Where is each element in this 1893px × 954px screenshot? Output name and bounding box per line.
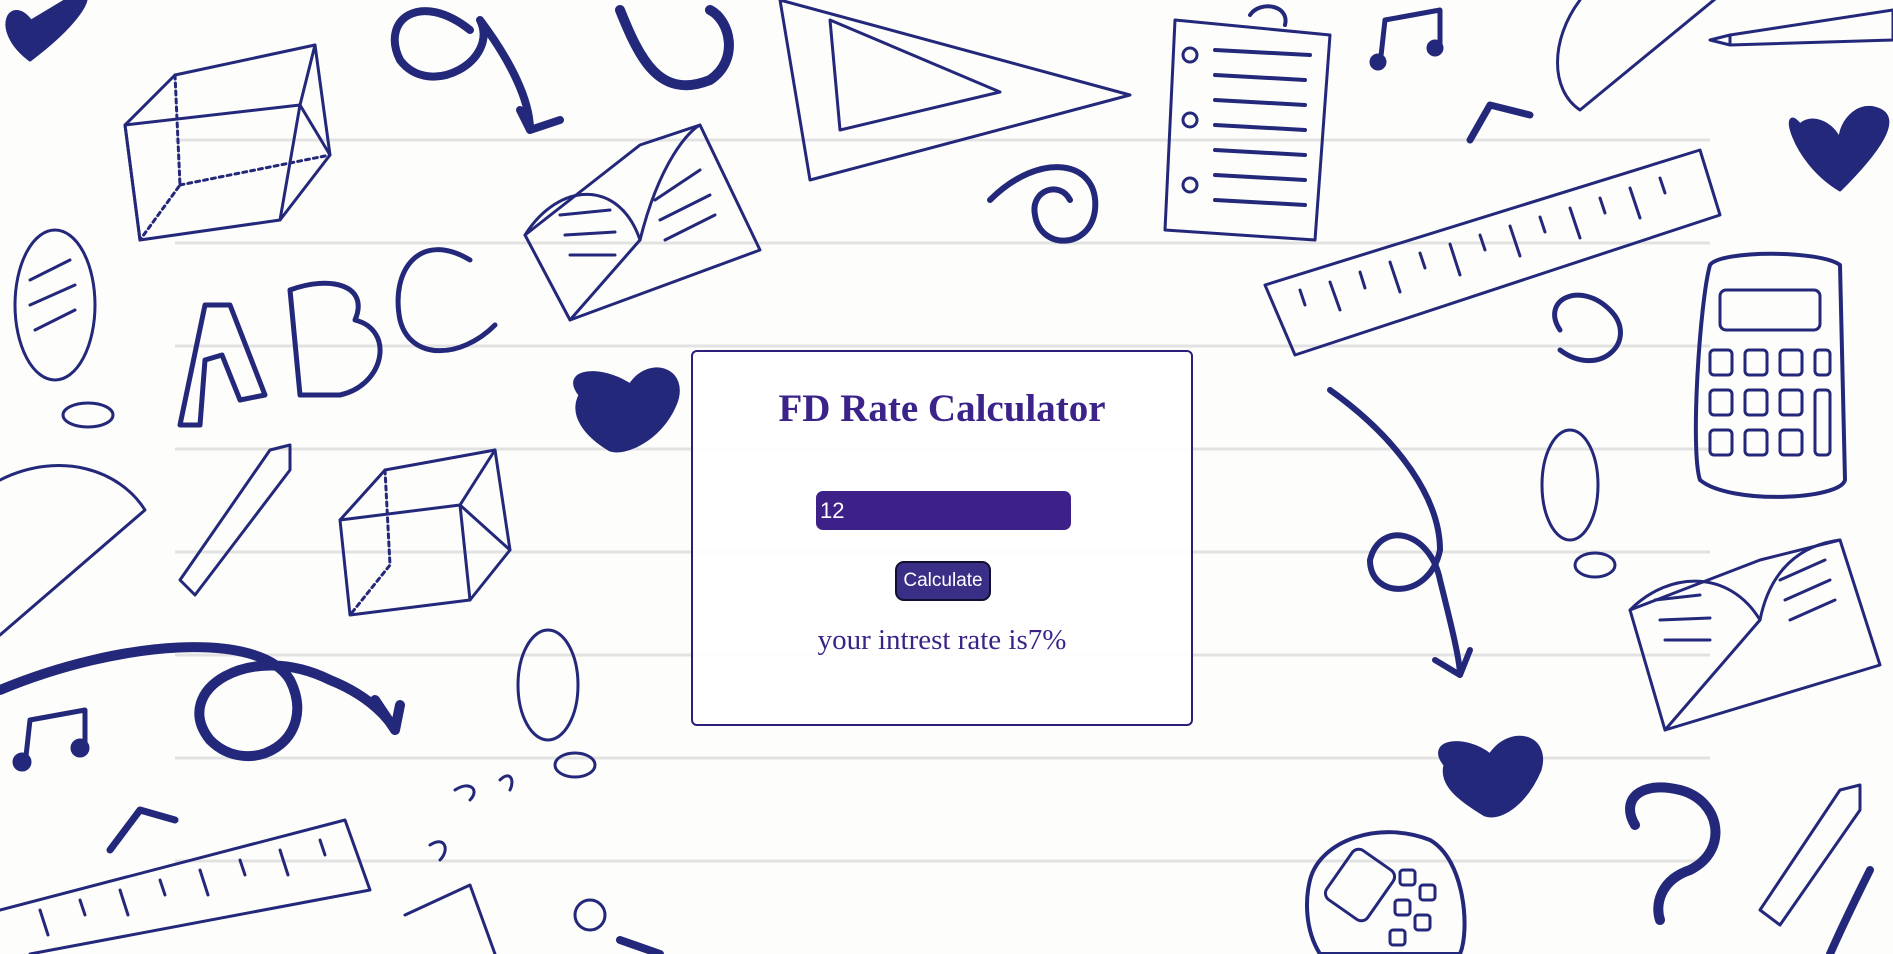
music-note-icon [1377,7,1443,68]
swirl-icon [1552,292,1623,364]
swirl-icon [987,164,1099,244]
calculator-card: FD Rate Calculator Calculate your intres… [691,350,1193,726]
heart-icon [573,367,680,453]
spiral-arrow-icon [390,7,564,134]
pencil-icon [178,443,292,597]
amount-input[interactable] [816,491,1071,530]
hook-arrow-icon [1327,387,1473,678]
calculate-button[interactable]: Calculate [895,561,991,601]
question-mark-icon [1625,782,1721,925]
open-book-icon [1628,538,1882,732]
cube-icon [338,448,512,617]
result-text: your intrest rate is7% [817,624,1067,656]
open-book-icon [523,123,762,322]
oval-doodle-icon [13,228,115,429]
protractor-icon [1556,0,1717,112]
loop-arrow-icon [0,642,405,762]
question-mark-icon [615,5,734,91]
oval-doodle-icon [1540,428,1600,542]
protractor-icon [0,464,147,637]
music-note-icon [1466,101,1534,144]
heart-icon [5,0,88,62]
clipboard-icon [1163,4,1332,242]
pencil-icon [1708,8,1893,47]
calculator-icon [1693,251,1847,499]
oval-doodle-icon [516,628,580,742]
triangle-ruler-icon [778,0,1132,182]
pencil-icon [1758,783,1862,927]
calculator-icon [1305,830,1467,954]
oval-doodle-icon [1573,551,1617,579]
page-title: FD Rate Calculator [778,387,1106,430]
card-doodle-icon [403,883,497,954]
heart-icon [1438,735,1544,818]
music-note-icon [22,707,88,768]
ruler-icon [0,818,372,954]
music-note-icon [106,806,179,854]
cube-icon [123,43,332,242]
abc-letters-icon [177,247,498,428]
heart-icon [1788,105,1890,192]
ruler-icon [1263,148,1722,357]
